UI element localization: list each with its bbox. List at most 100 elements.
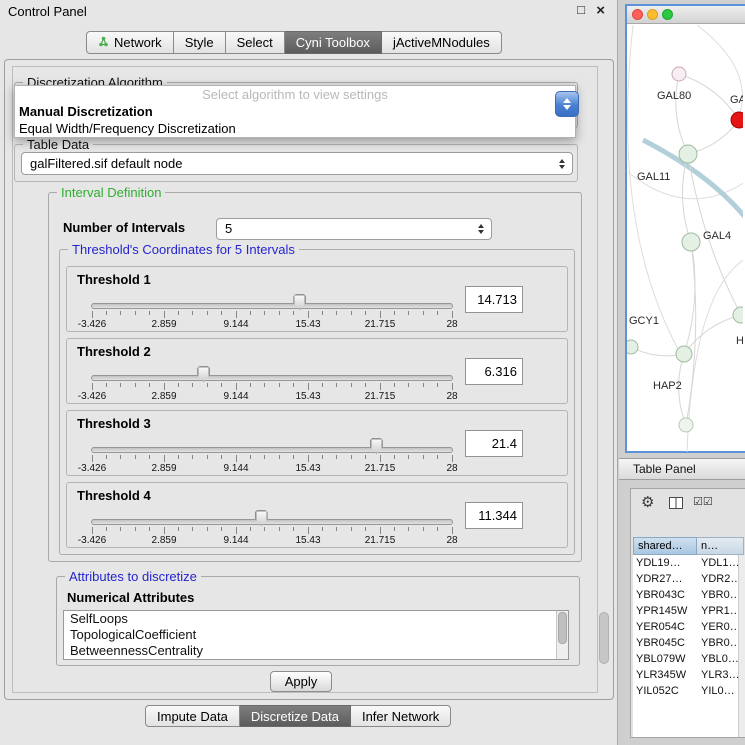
network-edge[interactable] <box>684 315 741 354</box>
network-edge[interactable] <box>676 74 688 154</box>
numerical-attributes-label: Numerical Attributes <box>67 590 194 605</box>
tab-label: Network <box>114 35 162 50</box>
threshold-value-field[interactable]: 14.713 <box>465 286 523 313</box>
column-header-name[interactable]: n… <box>697 537 744 555</box>
desktop: Control Panel □ × Network Style Select C… <box>0 0 745 745</box>
group-title: Threshold's Coordinates for 5 Intervals <box>68 242 299 257</box>
slider-scale-label: 15.43 <box>295 463 320 474</box>
tab-style[interactable]: Style <box>174 31 226 54</box>
slider-tick <box>394 455 395 459</box>
algorithm-combo-arrow-button[interactable] <box>555 91 579 117</box>
attributes-group: Attributes to discretize Numerical Attri… <box>56 576 580 666</box>
gear-icon[interactable]: ⚙ <box>641 493 654 511</box>
slider-track[interactable] <box>91 519 453 525</box>
slider-scale-label: 21.715 <box>365 535 396 546</box>
slider-scale-label: 9.144 <box>223 391 248 402</box>
network-node[interactable] <box>676 346 692 362</box>
table-cell: YPR1… <box>695 603 744 619</box>
list-item[interactable]: SelfLoops <box>64 611 568 627</box>
list-scrollbar[interactable] <box>556 611 568 659</box>
table-row[interactable]: YLR345WYLR3… <box>633 667 744 683</box>
select-columns-icon[interactable]: ☑☑ <box>693 495 713 508</box>
slider-tick <box>236 383 237 390</box>
slider-tick <box>293 455 294 459</box>
columns-icon[interactable] <box>669 497 683 509</box>
slider-tick <box>322 311 323 315</box>
list-item[interactable]: BetweennessCentrality <box>64 643 568 659</box>
table-row[interactable]: YIL052CYIL0… <box>633 683 744 699</box>
network-tab-icon <box>98 35 109 50</box>
slider-tick <box>236 527 237 534</box>
algorithm-option-equal-width[interactable]: Equal Width/Frequency Discretization <box>15 120 575 137</box>
table-row[interactable]: YER054CYER0… <box>633 619 744 635</box>
table-cell: YER0… <box>695 619 744 635</box>
slider-scale-label: 9.144 <box>223 319 248 330</box>
table-data-combobox[interactable]: galFiltered.sif default node <box>21 152 573 175</box>
tab-network[interactable]: Network <box>86 31 174 54</box>
table-row[interactable]: YBR043CYBR0… <box>633 587 744 603</box>
tab-select[interactable]: Select <box>226 31 285 54</box>
network-node-label: GAL11 <box>637 171 670 183</box>
network-node[interactable] <box>679 418 693 432</box>
slider-tick <box>192 383 193 387</box>
slider-tick <box>322 527 323 531</box>
slider-scale-label: 2.859 <box>151 391 176 402</box>
slider-tick <box>207 383 208 387</box>
algorithm-option-manual[interactable]: Manual Discretization <box>15 103 575 120</box>
network-node[interactable] <box>672 67 686 81</box>
table-row[interactable]: YDL19…YDL1… <box>633 555 744 571</box>
slider-scale-label: 28 <box>446 391 457 402</box>
tab-cyni-toolbox[interactable]: Cyni Toolbox <box>285 31 382 54</box>
slider-tick <box>264 383 265 387</box>
network-node[interactable] <box>627 340 638 354</box>
slider-tick <box>264 311 265 315</box>
apply-button[interactable]: Apply <box>270 671 332 692</box>
column-header-shared[interactable]: shared… <box>633 537 697 555</box>
tab-jactivemnodules[interactable]: jActiveMNodules <box>382 31 502 54</box>
threshold-value-field[interactable]: 6.316 <box>465 358 523 385</box>
threshold-value-field[interactable]: 21.4 <box>465 430 523 457</box>
threshold-value-field[interactable]: 11.344 <box>465 502 523 529</box>
network-canvas[interactable]: GAL80GAGAL11GAL4GCY1HAP2H <box>627 24 743 452</box>
slider-scale-label: 28 <box>446 535 457 546</box>
network-node[interactable] <box>682 233 700 251</box>
panel-scrollbar-thumb[interactable] <box>599 612 609 664</box>
close-window-icon[interactable]: × <box>596 2 605 19</box>
tab-infer-network[interactable]: Infer Network <box>351 705 451 727</box>
slider-scale-label: 2.859 <box>151 319 176 330</box>
minimize-traffic-light-icon[interactable] <box>647 9 658 20</box>
slider-tick <box>221 527 222 531</box>
scrollbar-thumb[interactable] <box>558 612 567 644</box>
algorithm-placeholder-option[interactable]: Select algorithm to view settings <box>15 86 575 103</box>
close-traffic-light-icon[interactable] <box>632 9 643 20</box>
slider-tick <box>308 311 309 318</box>
network-window-titlebar[interactable] <box>627 6 745 24</box>
table-row[interactable]: YBL079WYBL0… <box>633 651 744 667</box>
slider-tick <box>279 383 280 387</box>
network-node[interactable] <box>731 112 743 128</box>
table-cell: YBR0… <box>695 635 744 651</box>
tab-discretize-data[interactable]: Discretize Data <box>240 705 351 727</box>
slider-track[interactable] <box>91 303 453 309</box>
slider-tick <box>192 311 193 315</box>
network-node[interactable] <box>733 307 743 323</box>
table-row[interactable]: YPR145WYPR1… <box>633 603 744 619</box>
slider-track[interactable] <box>91 375 453 381</box>
tab-impute-data[interactable]: Impute Data <box>145 705 240 727</box>
table-row[interactable]: YBR045CYBR0… <box>633 635 744 651</box>
slider-track[interactable] <box>91 447 453 453</box>
table-panel-title: Table Panel <box>633 462 696 476</box>
table-row[interactable]: YDR27…YDR2… <box>633 571 744 587</box>
slider-tick <box>394 527 395 531</box>
table-cell: YDR27… <box>633 571 695 587</box>
list-item[interactable]: TopologicalCoefficient <box>64 627 568 643</box>
zoom-traffic-light-icon[interactable] <box>662 9 673 20</box>
network-node[interactable] <box>679 145 697 163</box>
table-panel-window: ⚙ ☑☑ shared… n… YDL19…YDL1…YDR27…YDR2…YB… <box>630 488 745 738</box>
table-scrollbar[interactable] <box>738 555 745 737</box>
slider-tick <box>149 311 150 315</box>
number-of-intervals-combobox[interactable]: 5 <box>216 218 492 240</box>
slider-tick <box>178 527 179 531</box>
slider-tick <box>250 311 251 315</box>
float-window-icon[interactable]: □ <box>577 2 585 17</box>
